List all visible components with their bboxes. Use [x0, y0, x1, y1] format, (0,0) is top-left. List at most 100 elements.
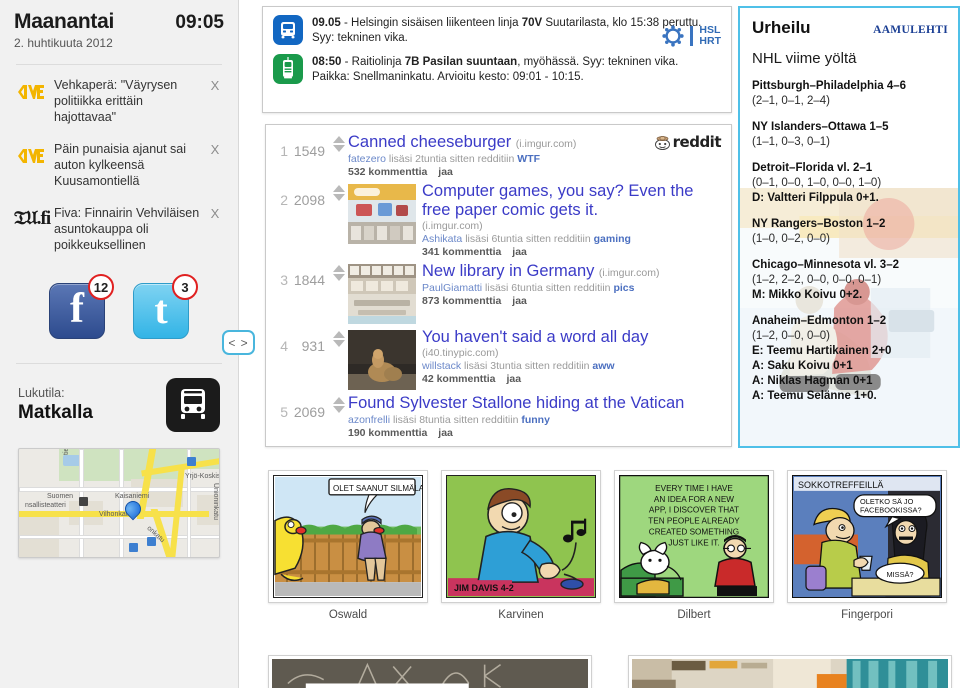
upvote-icon[interactable]	[333, 331, 345, 338]
post-share-link[interactable]: jaa	[506, 373, 521, 385]
post-author[interactable]: Ashikata	[422, 233, 462, 245]
downvote-icon[interactable]	[333, 340, 345, 347]
post-share-link[interactable]: jaa	[512, 295, 527, 307]
comic-frame[interactable]: OLET SAANUT SILMÄLASIT?	[268, 470, 428, 603]
news-item[interactable]: Vehkaperä: "Väyrysen politiikka erittäin…	[14, 75, 224, 125]
news-close-button[interactable]: X	[206, 139, 224, 157]
alert-row[interactable]: 09.05 - Helsingin sisäisen liikenteen li…	[273, 15, 721, 46]
post-meta-mid: lisäsi 6tuntia sitten redditiin	[485, 282, 611, 294]
post-author[interactable]: fatezero	[348, 153, 386, 165]
post-subreddit[interactable]: funny	[521, 414, 550, 426]
hsl-label-sv: HRT	[699, 35, 721, 47]
post-title[interactable]: Computer games, you say? Even the free p…	[422, 182, 693, 219]
alert-row[interactable]: 08:50 - Raitiolinja 7B Pasilan suuntaan,…	[273, 54, 721, 85]
comic-karvinen[interactable]: JIM DAVIS 4-2 Karvinen	[441, 470, 601, 621]
post-title[interactable]: You haven't said a word all day	[422, 328, 648, 346]
comic-frame[interactable]: EVERY TIME I HAVE AN IDEA FOR A NEW APP,…	[614, 470, 774, 603]
vote-controls[interactable]	[330, 260, 348, 324]
vote-controls[interactable]	[330, 131, 348, 178]
game-result: NY Islanders–Ottawa 1–5 (1–1, 0–3, 0–1)	[752, 120, 948, 150]
news-item-text: Vehkaperä: "Väyrysen politiikka erittäin…	[54, 78, 178, 124]
post-author[interactable]: azonfrelli	[348, 414, 390, 426]
news-close-button[interactable]: X	[206, 203, 224, 221]
post-subreddit[interactable]: WTF	[517, 153, 540, 165]
news-close-button[interactable]: X	[206, 75, 224, 93]
post-author[interactable]: willstack	[422, 360, 461, 372]
post-comments-link[interactable]: 42 kommenttia	[422, 373, 496, 385]
news-item[interactable]: 𝔗𝔘.fi Fiva: Finnairin Vehviläisen asunto…	[14, 203, 224, 253]
reddit-post[interactable]: 3 1844 New library in Germany (i.imgur.c…	[274, 260, 723, 324]
downvote-icon[interactable]	[333, 406, 345, 413]
post-comments-link[interactable]: 532 kommenttia	[348, 166, 427, 178]
comic-frame[interactable]: SOKKOTREFFEILLÄ OLETKO SÄ JO FACEBOOKISS…	[787, 470, 947, 603]
post-share-link[interactable]: jaa	[438, 166, 453, 178]
page-nav-button[interactable]: < >	[222, 330, 255, 355]
chalkboard-teaser[interactable]	[268, 655, 592, 688]
post-author[interactable]: PaulGiamatti	[422, 282, 482, 294]
comic-fingerpori[interactable]: SOKKOTREFFEILLÄ OLETKO SÄ JO FACEBOOKISS…	[787, 470, 947, 621]
bus-icon[interactable]	[166, 378, 220, 432]
upvote-icon[interactable]	[333, 136, 345, 143]
alert-dash: -	[340, 17, 352, 29]
teaser-art	[632, 659, 948, 688]
downvote-icon[interactable]	[333, 194, 345, 201]
reddit-brand[interactable]: reddit	[654, 133, 722, 151]
status-text-block: Lukutila: Matkalla	[18, 386, 93, 424]
news-item[interactable]: Päin punaisia ajanut sai auton kylkeensä…	[14, 139, 224, 189]
game-player-stat: A: Teemu Selänne 1+0.	[752, 390, 877, 402]
downvote-icon[interactable]	[333, 274, 345, 281]
vote-controls[interactable]	[330, 392, 348, 439]
post-comments-link[interactable]: 873 kommenttia	[422, 295, 501, 307]
reddit-post[interactable]: 5 2069 Found Sylvester Stallone hiding a…	[274, 392, 723, 439]
post-domain: (i.imgur.com)	[598, 267, 660, 279]
post-meta: Ashikata lisäsi 6tuntia sitten redditiin…	[422, 233, 723, 245]
map-metro-icon	[129, 543, 138, 552]
post-comments-link[interactable]: 341 kommenttia	[422, 246, 501, 258]
twitter-button[interactable]: 3	[133, 274, 198, 339]
vote-controls[interactable]	[330, 326, 348, 390]
facebook-badge-count: 12	[88, 274, 114, 300]
map-label: Unioninkatu	[212, 483, 219, 520]
game-result: Anaheim–Edmonton 1–2 (1–2, 0–0, 0–0) E: …	[752, 314, 948, 404]
post-comments-link[interactable]: 190 kommenttia	[348, 427, 427, 439]
game-score: Pittsburgh–Philadelphia 4–6	[752, 80, 907, 92]
post-thumbnail[interactable]	[348, 330, 416, 390]
comic-oswald[interactable]: OLET SAANUT SILMÄLASIT? Oswald	[268, 470, 428, 621]
bus-icon	[273, 15, 303, 45]
facebook-button[interactable]: 12	[49, 274, 114, 339]
post-share-link[interactable]: jaa	[512, 246, 527, 258]
post-meta: willstack lisäsi 3tuntia sitten redditii…	[422, 360, 723, 372]
post-score: 2069	[293, 404, 325, 420]
teaser-art	[272, 659, 588, 688]
reddit-post[interactable]: 4 931 You haven't said a word all day (i…	[274, 326, 723, 390]
post-subreddit[interactable]: pics	[613, 282, 634, 294]
post-actions: 42 kommenttia jaa	[422, 373, 723, 385]
upvote-icon[interactable]	[333, 185, 345, 192]
comic-frame[interactable]: JIM DAVIS 4-2	[441, 470, 601, 603]
post-thumbnail[interactable]	[348, 264, 416, 324]
aamulehti-brand: AAMULEHTI	[873, 24, 948, 36]
post-meta: azonfrelli lisäsi 8tuntia sitten redditi…	[348, 414, 723, 426]
post-subreddit[interactable]: gaming	[594, 233, 631, 245]
post-domain: (i.imgur.com)	[422, 220, 483, 232]
post-share-link[interactable]: jaa	[438, 427, 453, 439]
upvote-icon[interactable]	[333, 265, 345, 272]
downvote-icon[interactable]	[333, 145, 345, 152]
room-teaser[interactable]	[628, 655, 952, 688]
post-thumbnail[interactable]	[348, 184, 416, 244]
post-title[interactable]: Canned cheeseburger	[348, 133, 511, 151]
post-actions: 873 kommenttia jaa	[422, 295, 723, 307]
post-meta-mid: lisäsi 6tuntia sitten redditiin	[465, 233, 591, 245]
post-title[interactable]: Found Sylvester Stallone hiding at the V…	[348, 394, 684, 412]
game-periods: (1–0, 0–2, 0–0)	[752, 233, 831, 245]
comic-dilbert[interactable]: EVERY TIME I HAVE AN IDEA FOR A NEW APP,…	[614, 470, 774, 621]
post-subreddit[interactable]: aww	[592, 360, 614, 372]
upvote-icon[interactable]	[333, 397, 345, 404]
iltalehti-logo-icon	[14, 139, 50, 167]
reddit-post[interactable]: 2 2098 Computer games, you say? Even the…	[274, 180, 723, 258]
location-map[interactable]: Yrjö-Koskisen Suomen nsallisteatteri Kai…	[18, 448, 220, 558]
vote-controls[interactable]	[330, 180, 348, 258]
game-periods: (1–1, 0–3, 0–1)	[752, 136, 831, 148]
post-title[interactable]: New library in Germany	[422, 262, 594, 280]
game-player-stat: A: Niklas Hagman 0+1	[752, 375, 873, 387]
